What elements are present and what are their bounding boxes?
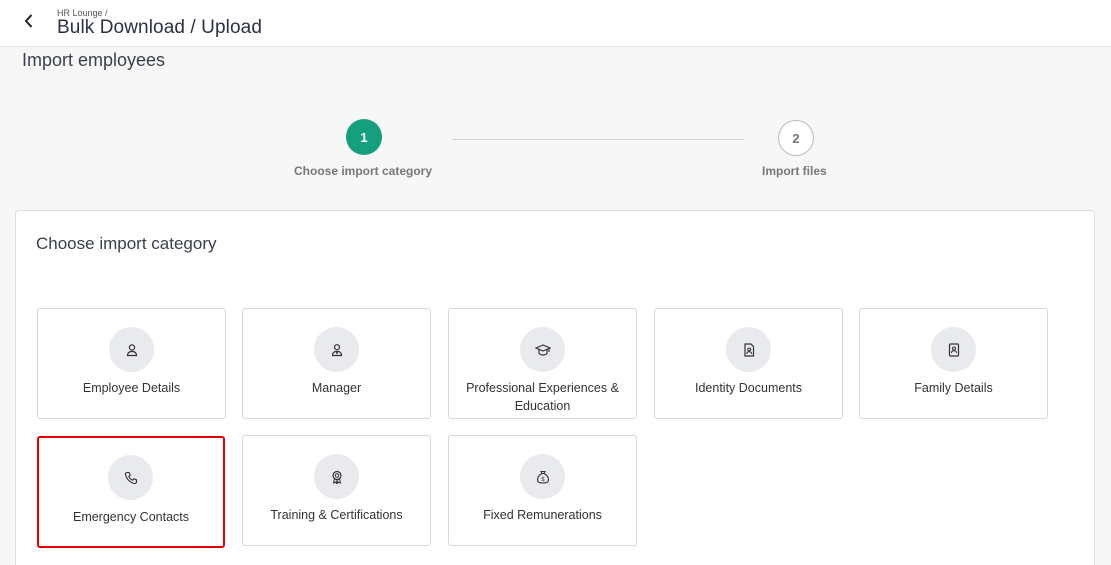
- chevron-left-icon: [24, 14, 33, 28]
- person-icon: [126, 343, 137, 356]
- tile-employee-details[interactable]: Employee Details: [37, 308, 226, 419]
- tile-manager[interactable]: Manager: [242, 308, 431, 419]
- back-button[interactable]: [16, 10, 42, 32]
- tile-fixed-remunerations[interactable]: $ Fixed Remunerations: [448, 435, 637, 546]
- tile-label: Manager: [311, 381, 362, 395]
- tile-label: Identity Documents: [695, 381, 802, 395]
- tile-label: Family Details: [914, 381, 993, 395]
- tile-family-details[interactable]: Family Details: [859, 308, 1048, 419]
- card-title: Choose import category: [36, 234, 217, 253]
- tile-label: Professional Experiences & Education: [466, 381, 619, 413]
- import-category-card: Choose import category Employee Details …: [15, 210, 1095, 565]
- page-title: Bulk Download / Upload: [57, 17, 262, 38]
- graduation-cap-icon: [534, 343, 551, 356]
- award-ribbon-icon: [331, 470, 342, 484]
- tile-label: Employee Details: [82, 381, 181, 395]
- tile-professional-experiences-education[interactable]: Professional Experiences & Education: [448, 308, 637, 419]
- tile-label: Fixed Remunerations: [483, 508, 602, 522]
- tile-label: Training & Certifications: [270, 508, 403, 522]
- step-2-label: Import files: [762, 164, 827, 178]
- step-1-label: Choose import category: [294, 164, 433, 178]
- svg-text:$: $: [541, 476, 545, 483]
- manager-icon: [331, 343, 342, 356]
- step-1-indicator: 1: [346, 119, 382, 155]
- phone-icon: [124, 471, 137, 484]
- section-title: Import employees: [22, 50, 166, 70]
- step-2-indicator: 2: [778, 120, 814, 156]
- tile-identity-documents[interactable]: Identity Documents: [654, 308, 843, 419]
- step-connector: [452, 139, 744, 140]
- contact-card-icon: [948, 342, 959, 357]
- id-document-icon: [743, 342, 754, 357]
- money-bag-icon: $: [536, 470, 549, 484]
- tile-label: Emergency Contacts: [72, 510, 190, 524]
- tile-emergency-contacts[interactable]: Emergency Contacts: [37, 436, 225, 548]
- tile-training-certifications[interactable]: Training & Certifications: [242, 435, 431, 546]
- top-bar: HR Lounge / Bulk Download / Upload: [0, 0, 1111, 47]
